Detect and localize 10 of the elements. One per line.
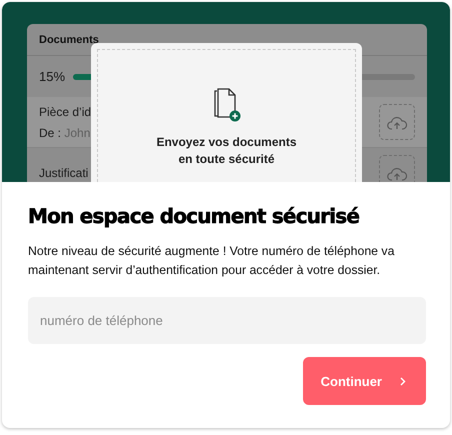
document-owner: De : John xyxy=(39,126,92,140)
page-title: Mon espace document sécurisé xyxy=(28,204,360,228)
description: Notre niveau de sécurité augmente ! Votre numéro de téléphone va maintenant servir d’authentification pour accéder à votre dossier. xyxy=(28,243,396,278)
upload-dialog[interactable]: Envoyez vos documents en toute sécurité xyxy=(91,43,362,182)
progress-reading: 15% xyxy=(39,69,66,84)
dropzone-text: Envoyez vos documents en toute sécurité xyxy=(156,134,297,168)
document-name: Justificati xyxy=(39,166,88,180)
document-name: Pièce d’id xyxy=(39,104,92,118)
phone-field[interactable]: numéro de téléphone xyxy=(28,297,426,344)
panel-title: Documents xyxy=(39,34,99,46)
